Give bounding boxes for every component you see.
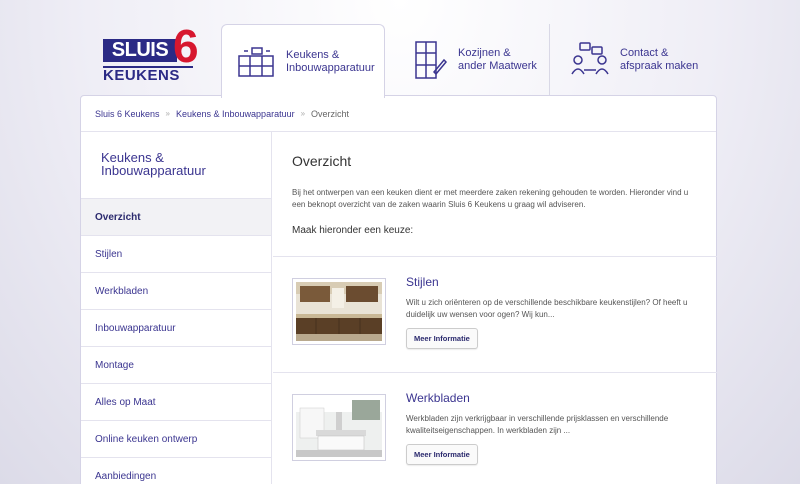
sidebar-item-werkbladen[interactable]: Werkbladen [81,272,271,309]
intro-section: Overzicht Bij het ontwerpen van een keuk… [273,132,717,257]
people-chat-icon [571,42,609,75]
tab-contact-label: Contact & afspraak maken [620,47,699,72]
werkbladen-image[interactable] [292,394,386,461]
intro-text: Bij het ontwerpen van een keuken dient e… [292,188,689,209]
logo-sluis: SLUIS [103,39,177,62]
sidebar-item-inbouwapparatuur[interactable]: Inbouwapparatuur [81,309,271,346]
content: Overzicht Bij het ontwerpen van een keuk… [273,132,717,484]
sidebar-item-aanbiedingen[interactable]: Aanbiedingen [81,457,271,484]
breadcrumb-current: Overzicht [311,108,350,119]
sidebar-title: Keukens & Inbouwapparatuur [101,150,206,178]
tab-contact[interactable]: Contact & afspraak maken [562,24,712,96]
choose-label: Maak hieronder een keuze: [292,225,414,236]
tab-kozijnen-label: Kozijnen & ander Maatwerk [458,47,537,72]
tab-kozijnen[interactable]: Kozijnen & ander Maatwerk [400,24,550,96]
item-text: Wilt u zich oriënteren op de verschillen… [406,298,688,319]
tab-keukens[interactable]: Keukens & Inbouwapparatuur [221,24,385,98]
sidebar-item-stijlen[interactable]: Stijlen [81,235,271,272]
sidebar-item-online-ontwerp[interactable]: Online keuken ontwerp [81,420,271,457]
tab-keukens-label: Keukens & Inbouwapparatuur [286,48,375,74]
sidebar-item-montage[interactable]: Montage [81,346,271,383]
logo[interactable]: SLUIS 6 KEUKENS [103,23,199,84]
page-title: Overzicht [292,153,352,169]
breadcrumb-separator: » [300,109,306,118]
logo-keukens: KEUKENS [103,66,193,84]
sidebar: Keukens & Inbouwapparatuur Overzicht Stij… [81,132,272,484]
list-item: Stijlen Wilt u zich oriënteren op de ver… [273,257,717,373]
kitchen-cabinet-icon [238,46,274,77]
item-text: Werkbladen zijn verkrijgbaar in verschil… [406,414,669,435]
stijlen-image[interactable] [292,278,386,345]
breadcrumb: Sluis 6 Keukens » Keukens & Inbouwappara… [81,96,716,132]
item-title[interactable]: Werkbladen [406,391,696,405]
breadcrumb-home[interactable]: Sluis 6 Keukens [95,109,160,119]
sidebar-item-alles-op-maat[interactable]: Alles op Maat [81,383,271,420]
breadcrumb-separator: » [165,109,170,118]
list-item: Werkbladen Werkbladen zijn verkrijgbaar … [273,373,717,484]
item-title[interactable]: Stijlen [406,275,696,289]
sidebar-item-overzicht[interactable]: Overzicht [81,198,271,235]
main-panel: Sluis 6 Keukens » Keukens & Inbouwappara… [80,95,717,484]
logo-six: 6 [173,20,199,72]
breadcrumb-section[interactable]: Keukens & Inbouwapparatuur [176,109,295,119]
meer-informatie-button[interactable]: Meer Informatie [406,328,478,349]
window-frame-icon [415,41,448,79]
sidebar-menu: Overzicht Stijlen Werkbladen Inbouwappar… [81,198,271,484]
meer-informatie-button[interactable]: Meer Informatie [406,444,478,465]
